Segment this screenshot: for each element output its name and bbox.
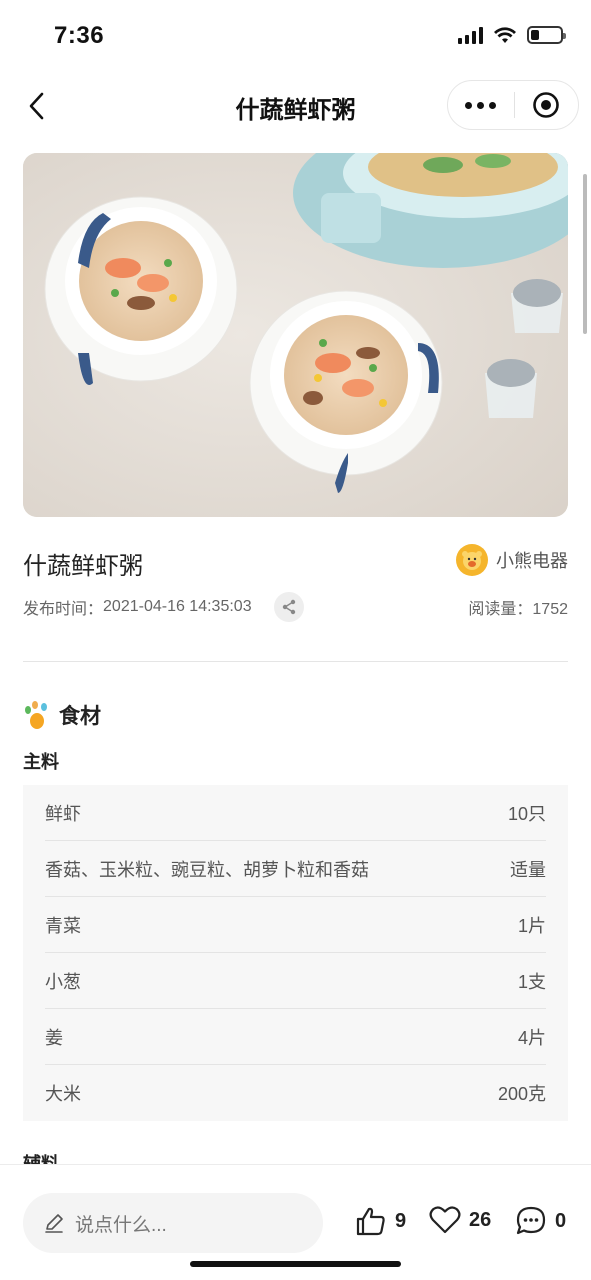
thumbs-up-icon [356,1207,385,1236]
author-link[interactable]: 小熊电器 [456,544,568,576]
pencil-icon [45,1214,63,1233]
status-time: 7:36 [54,22,105,49]
ingredient-name: 姜 [45,1027,63,1048]
publish-time: 2021-04-16 14:35:03 [103,598,252,615]
ingredient-name: 香菇、玉米粒、豌豆粒、胡萝卜粒和香菇 [45,859,369,880]
share-icon [282,599,295,615]
meta-row: 发布时间： 2021-04-16 14:35:03 阅读量：1752 [23,592,568,622]
ingredient-row: 大米 200克 [45,1065,546,1121]
bottom-action-bar: 说点什么... 9 26 0 [0,1164,591,1280]
comment-placeholder: 说点什么... [75,1214,167,1236]
divider [23,661,568,662]
ingredients-header: 食材 [23,700,101,730]
ingredient-row: 鲜虾 10只 [45,785,546,841]
signal-icon [458,26,483,44]
ingredient-quantity: 适量 [510,859,546,880]
ingredient-name: 大米 [45,1084,81,1104]
main-ingredients-table: 鲜虾 10只 香菇、玉米粒、豌豆粒、胡萝卜粒和香菇 适量 青菜 1片 小葱 1支… [23,785,568,1121]
bear-logo-icon [462,551,482,570]
status-icons [458,26,566,44]
author-avatar [456,544,488,576]
comment-count: 0 [555,1209,567,1232]
comment-bubble-icon [516,1206,546,1235]
recipe-title: 什蔬鲜虾粥 [23,553,143,580]
heart-icon [429,1206,461,1234]
ingredient-quantity: 1支 [517,971,546,992]
author-name: 小熊电器 [496,551,568,571]
ingredient-quantity: 10只 [507,803,546,824]
ingredient-quantity: 4片 [517,1027,546,1048]
recipe-hero-image [23,153,568,517]
secondary-ingredients-label: 辅料 [23,1154,59,1164]
mini-program-capsule [447,80,579,130]
ingredient-row: 姜 4片 [45,1009,546,1065]
paw-icon [25,701,47,729]
main-ingredients-label: 主料 [23,752,59,772]
like-button[interactable]: 9 [355,1205,406,1237]
ingredient-quantity: 200克 [497,1084,546,1104]
more-button[interactable] [448,81,514,129]
target-close-icon [533,92,560,118]
comment-input[interactable]: 说点什么... [23,1193,323,1253]
home-indicator[interactable] [190,1261,401,1267]
more-dots-icon [465,101,473,109]
read-count: 阅读量：1752 [468,601,568,618]
publish-label: 发布时间： [23,601,104,618]
share-button[interactable] [273,592,304,622]
close-mini-program-button[interactable] [515,81,579,129]
ingredient-row: 香菇、玉米粒、豌豆粒、胡萝卜粒和香菇 适量 [45,841,546,897]
wifi-icon [494,27,516,43]
ingredient-row: 青菜 1片 [45,897,546,953]
comment-button[interactable]: 0 [515,1205,566,1237]
ingredient-name: 鲜虾 [45,803,81,824]
favorite-button[interactable]: 26 [429,1205,491,1235]
nav-bar: 什蔬鲜虾粥 [0,78,591,134]
battery-icon [527,26,566,44]
scrollbar[interactable] [583,174,587,334]
ingredient-name: 青菜 [45,915,81,936]
congee-photo [23,153,568,517]
ingredient-row: 小葱 1支 [45,953,546,1009]
ingredient-quantity: 1片 [517,915,546,936]
like-count: 9 [395,1209,407,1232]
ingredient-name: 小葱 [45,971,81,992]
favorite-count: 26 [469,1208,492,1231]
ingredients-title: 食材 [59,705,101,728]
status-bar: 7:36 [0,0,591,72]
